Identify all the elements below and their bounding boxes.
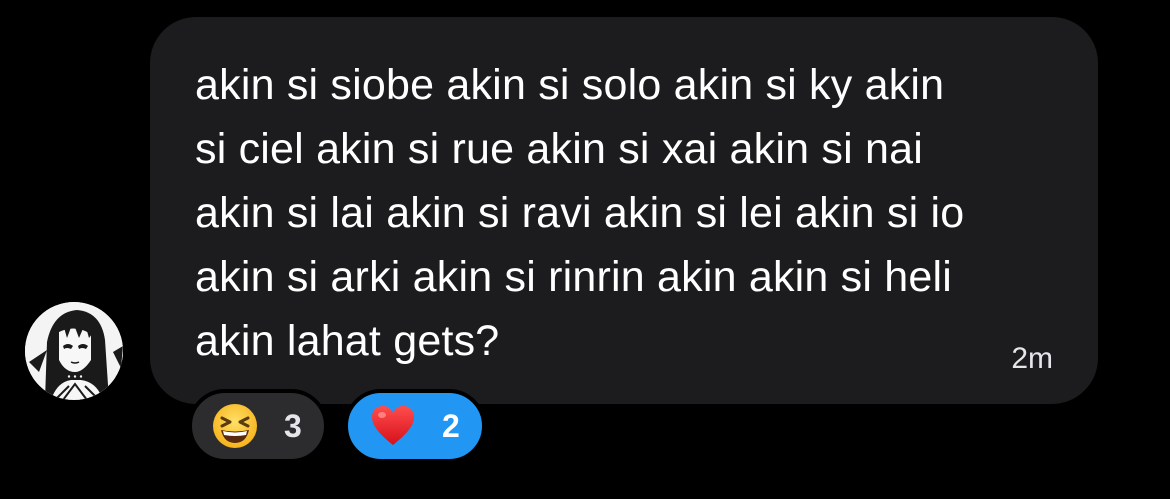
reaction-heart-count: 2 [442, 408, 460, 444]
reaction-heart-button[interactable]: 2 [344, 389, 486, 463]
manga-girl-avatar-icon [25, 302, 123, 400]
message-bubble[interactable]: akin si siobe akin si solo akin si ky ak… [150, 17, 1098, 404]
message-text: akin si siobe akin si solo akin si ky ak… [195, 61, 965, 365]
grinning-squinting-face-icon [213, 404, 257, 448]
reaction-laugh-button[interactable]: 3 [188, 389, 328, 463]
avatar[interactable] [25, 302, 123, 400]
reaction-laugh-count: 3 [284, 408, 302, 444]
red-heart-icon [372, 406, 414, 445]
message-timestamp: 2m [1011, 342, 1053, 375]
